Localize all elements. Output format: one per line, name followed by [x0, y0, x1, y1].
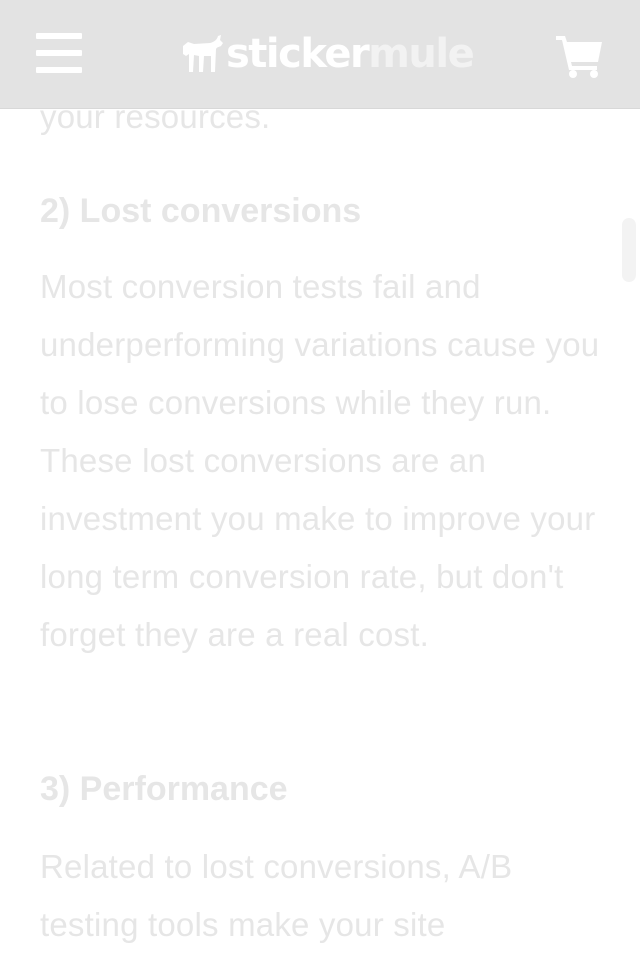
logo-text-mule: mule	[368, 31, 475, 77]
section-heading-lost-conversions: 2) Lost conversions	[40, 192, 362, 230]
section-heading-performance: 3) Performance	[40, 770, 288, 808]
hamburger-menu-icon[interactable]	[36, 32, 82, 74]
section-body-lost-conversions: Most conversion tests fail and underperf…	[40, 268, 600, 653]
shopping-cart-icon[interactable]	[556, 34, 604, 78]
section-body-performance: Related to lost conversions, A/B testing…	[40, 848, 513, 943]
mule-logo-icon	[183, 35, 223, 72]
top-header: stickermule	[0, 0, 640, 108]
logo-text-sticker: sticker	[226, 31, 370, 77]
scrollbar-thumb[interactable]	[622, 218, 636, 282]
article-content: your resources. 2) Lost conversions Most…	[0, 0, 640, 959]
stickermule-logo[interactable]: stickermule	[180, 28, 475, 80]
